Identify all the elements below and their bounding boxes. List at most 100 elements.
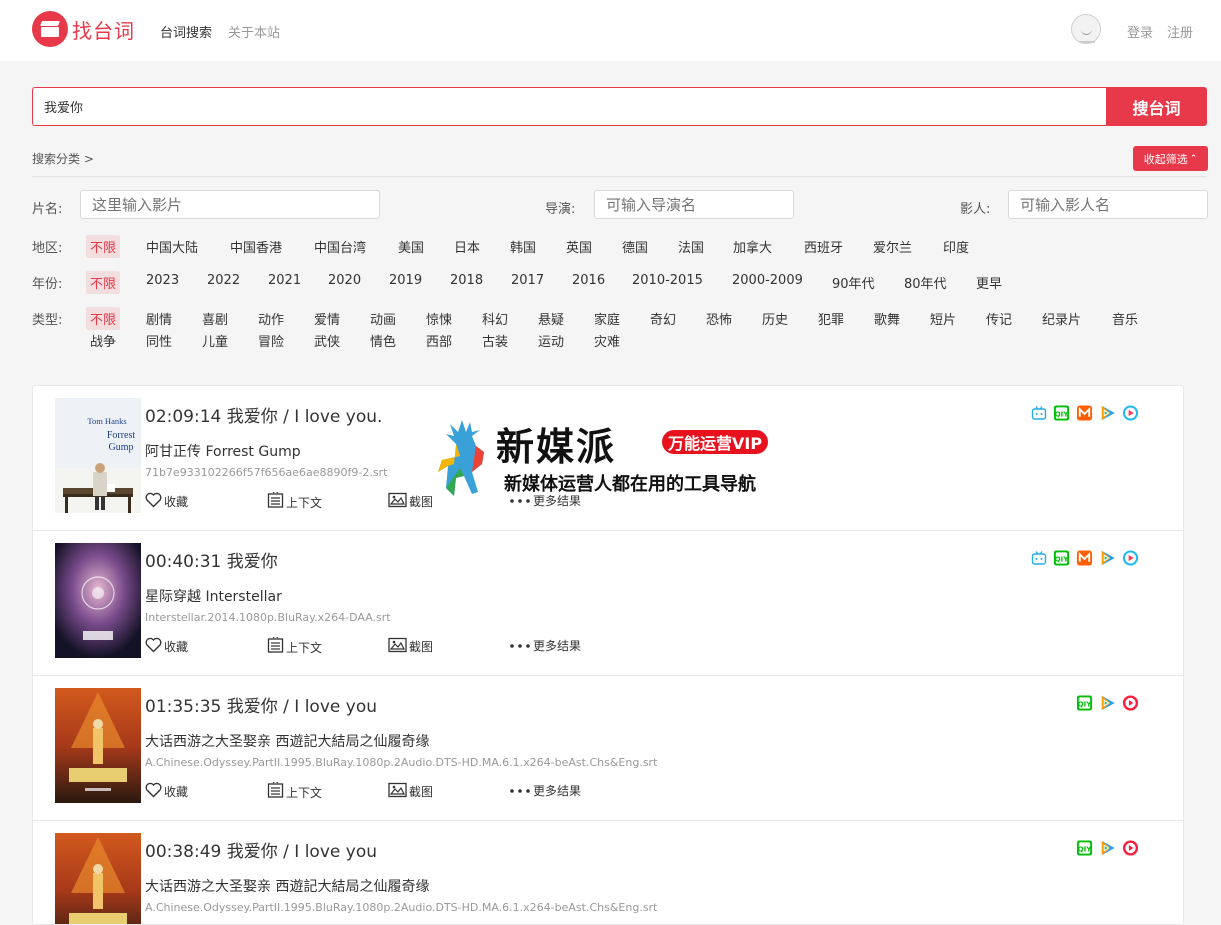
region-option[interactable]: 印度	[943, 237, 969, 256]
movie-title[interactable]: 大话西游之大圣娶亲 西遊記大結局之仙履奇缘	[145, 731, 429, 751]
timestamp-quote[interactable]: 00:38:49 我爱你 / I love you	[145, 837, 377, 862]
region-option[interactable]: 美国	[398, 237, 424, 256]
genre-option[interactable]: 音乐	[1112, 309, 1138, 328]
context-button[interactable]: 上下文	[267, 635, 322, 657]
tencent-video-icon[interactable]	[1099, 694, 1116, 711]
favorite-button[interactable]: 收藏	[145, 492, 188, 511]
more-results-button[interactable]: 更多结果	[509, 637, 581, 654]
year-option[interactable]: 2018	[450, 273, 483, 288]
genre-option[interactable]: 剧情	[146, 309, 172, 328]
genre2-option[interactable]: 武侠	[314, 331, 340, 350]
year-option[interactable]: 2000-2009	[732, 273, 803, 288]
year-option[interactable]: 2017	[511, 273, 544, 288]
year-option[interactable]: 2022	[207, 273, 240, 288]
genre2-option[interactable]: 运动	[538, 331, 564, 350]
genre2-option[interactable]: 古装	[482, 331, 508, 350]
region-option[interactable]: 英国	[566, 237, 592, 256]
screenshot-button[interactable]: 截图	[388, 492, 433, 511]
tencent-video-icon[interactable]	[1099, 549, 1116, 566]
timestamp-quote[interactable]: 01:35:35 我爱你 / I love you	[145, 692, 377, 717]
region-option[interactable]: 西班牙	[804, 237, 843, 256]
nav-item-subtitle-search[interactable]: 台词搜索	[160, 22, 212, 41]
region-option[interactable]: 爱尔兰	[873, 237, 912, 256]
search-input[interactable]	[32, 87, 1106, 126]
year-option[interactable]: 90年代	[832, 273, 875, 292]
genre2-option[interactable]: 灾难	[594, 331, 620, 350]
screenshot-button[interactable]: 截图	[388, 637, 433, 656]
director-input[interactable]	[594, 190, 794, 219]
genre-option[interactable]: 恐怖	[706, 309, 732, 328]
youku-icon[interactable]	[1122, 549, 1139, 566]
year-option[interactable]: 2016	[572, 273, 605, 288]
year-option[interactable]: 2023	[146, 273, 179, 288]
cast-input[interactable]	[1008, 190, 1208, 219]
genre-option[interactable]: 悬疑	[538, 309, 564, 328]
genre-option[interactable]: 奇幻	[650, 309, 676, 328]
year-option[interactable]: 2020	[328, 273, 361, 288]
genre-option[interactable]: 科幻	[482, 309, 508, 328]
movie-poster[interactable]: Tom Hanks Forrest Gump	[55, 398, 141, 513]
genre-option[interactable]: 歌舞	[874, 309, 900, 328]
genre-option[interactable]: 不限	[86, 307, 121, 330]
year-option[interactable]: 2010-2015	[632, 273, 703, 288]
genre2-option[interactable]: 同性	[146, 331, 172, 350]
genre2-option[interactable]: 冒险	[258, 331, 284, 350]
genre2-option[interactable]: 西部	[426, 331, 452, 350]
year-option[interactable]: 更早	[976, 273, 1002, 292]
region-option[interactable]: 加拿大	[733, 237, 772, 256]
more-results-button[interactable]: 更多结果	[509, 782, 581, 799]
register-link[interactable]: 注册	[1167, 22, 1193, 41]
region-option[interactable]: 日本	[454, 237, 480, 256]
region-option[interactable]: 不限	[86, 235, 121, 258]
youku-red-icon[interactable]	[1122, 694, 1139, 711]
movie-title[interactable]: 阿甘正传 Forrest Gump	[145, 441, 301, 461]
collapse-filter-button[interactable]: 收起筛选 ⌃	[1133, 146, 1208, 171]
bilibili-icon[interactable]	[1030, 404, 1047, 421]
tencent-video-icon[interactable]	[1099, 839, 1116, 856]
movie-title[interactable]: 大话西游之大圣娶亲 西遊記大結局之仙履奇缘	[145, 876, 429, 896]
context-button[interactable]: 上下文	[267, 780, 322, 802]
youku-red-icon[interactable]	[1122, 839, 1139, 856]
bilibili-icon[interactable]	[1030, 549, 1047, 566]
genre-option[interactable]: 动画	[370, 309, 396, 328]
genre-option[interactable]: 惊悚	[426, 309, 452, 328]
region-option[interactable]: 法国	[678, 237, 704, 256]
favorite-button[interactable]: 收藏	[145, 782, 188, 801]
region-option[interactable]: 中国香港	[230, 237, 282, 256]
year-option[interactable]: 2019	[389, 273, 422, 288]
login-link[interactable]: 登录	[1127, 22, 1153, 41]
mgtv-icon[interactable]	[1076, 404, 1093, 421]
movie-poster[interactable]	[55, 688, 141, 803]
movie-title[interactable]: 星际穿越 Interstellar	[145, 586, 282, 606]
genre-option[interactable]: 爱情	[314, 309, 340, 328]
genre-option[interactable]: 犯罪	[818, 309, 844, 328]
genre-option[interactable]: 短片	[930, 309, 956, 328]
filter-breadcrumb[interactable]: 搜索分类 >	[32, 150, 94, 167]
region-option[interactable]: 韩国	[510, 237, 536, 256]
iqiyi-icon[interactable]: QIY	[1053, 404, 1070, 421]
iqiyi-icon[interactable]: QIY	[1076, 839, 1093, 856]
genre-option[interactable]: 家庭	[594, 309, 620, 328]
timestamp-quote[interactable]: 02:09:14 我爱你 / I love you.	[145, 402, 382, 427]
user-avatar-icon[interactable]	[1071, 14, 1101, 44]
genre-option[interactable]: 喜剧	[202, 309, 228, 328]
search-button[interactable]: 搜台词	[1106, 87, 1207, 126]
genre2-option[interactable]: 战争	[90, 331, 116, 350]
movie-poster[interactable]	[55, 543, 141, 658]
year-option[interactable]: 2021	[268, 273, 301, 288]
genre-option[interactable]: 历史	[762, 309, 788, 328]
context-button[interactable]: 上下文	[267, 490, 322, 512]
nav-item-about[interactable]: 关于本站	[228, 22, 280, 41]
region-option[interactable]: 中国大陆	[146, 237, 198, 256]
mgtv-icon[interactable]	[1076, 549, 1093, 566]
tencent-video-icon[interactable]	[1099, 404, 1116, 421]
genre-option[interactable]: 传记	[986, 309, 1012, 328]
genre-option[interactable]: 动作	[258, 309, 284, 328]
region-option[interactable]: 中国台湾	[314, 237, 366, 256]
youku-icon[interactable]	[1122, 404, 1139, 421]
screenshot-button[interactable]: 截图	[388, 782, 433, 801]
iqiyi-icon[interactable]: QIY	[1053, 549, 1070, 566]
year-option[interactable]: 不限	[86, 271, 121, 294]
genre2-option[interactable]: 情色	[370, 331, 396, 350]
timestamp-quote[interactable]: 00:40:31 我爱你	[145, 547, 278, 572]
